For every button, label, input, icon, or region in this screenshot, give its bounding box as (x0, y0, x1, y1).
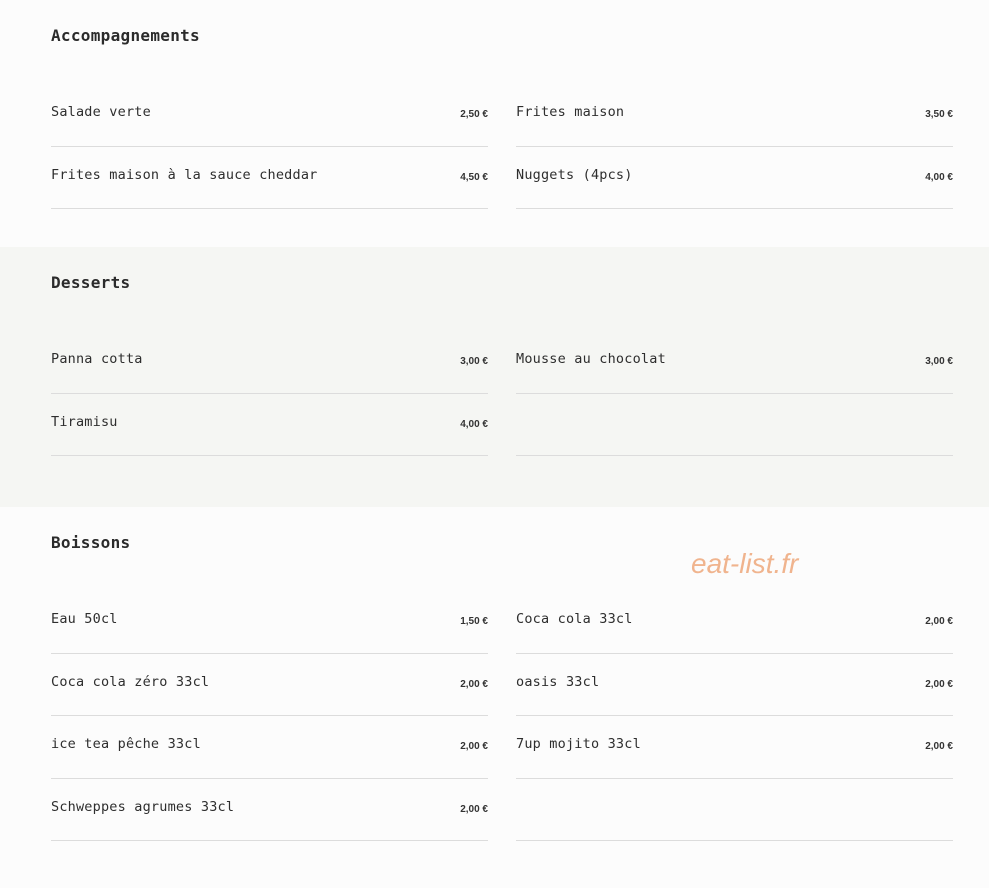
section-desserts: Desserts Panna cotta 3,00 € Mousse au ch… (0, 247, 989, 507)
menu-item-price: 2,00 € (925, 741, 953, 752)
menu-item: Coca cola zéro 33cl 2,00 € (51, 654, 488, 716)
menu-item-name: Coca cola 33cl (516, 611, 633, 627)
menu-item-price: 2,00 € (460, 803, 488, 815)
menu-item-empty (516, 394, 953, 456)
menu-item-name: Panna cotta (51, 351, 143, 367)
menu-item-price: 4,50 € (460, 171, 488, 183)
menu-item: oasis 33cl 2,00 € (516, 654, 953, 716)
section-accompagnements: Accompagnements Salade verte 2,50 € Frit… (0, 0, 989, 247)
menu-item-price: 2,00 € (460, 741, 488, 752)
watermark: eat-list.fr (691, 548, 799, 579)
menu-item: Frites maison 3,50 € (516, 84, 953, 147)
menu-item: Frites maison à la sauce cheddar 4,50 € (51, 147, 488, 209)
menu-item-price: 2,50 € (460, 109, 488, 120)
menu-item-name: Nuggets (4pcs) (516, 166, 633, 183)
menu-item: Schweppes agrumes 33cl 2,00 € (51, 779, 488, 841)
section-boissons: Boissons Eau 50cl 1,50 € Coca cola 33cl … (0, 507, 989, 888)
menu-item-price: 4,00 € (460, 418, 488, 430)
menu-item-price: 3,50 € (925, 109, 953, 120)
menu-item: 7up mojito 33cl 2,00 € (516, 716, 953, 779)
menu-item: Panna cotta 3,00 € (51, 331, 488, 394)
menu-item-price: 3,00 € (925, 356, 953, 367)
menu-item-name: Frites maison (516, 104, 625, 120)
menu-item-name: 7up mojito 33cl (516, 736, 641, 752)
menu-grid: Salade verte 2,50 € Frites maison 3,50 €… (51, 84, 953, 209)
section-title: Boissons (51, 533, 131, 552)
menu-item: Coca cola 33cl 2,00 € (516, 591, 953, 654)
menu-item: Mousse au chocolat 3,00 € (516, 331, 953, 394)
section-title: Desserts (51, 273, 131, 292)
menu-item-name: Salade verte (51, 104, 151, 120)
menu-item-name: oasis 33cl (516, 673, 600, 690)
section-title: Accompagnements (51, 26, 200, 45)
menu-item-price: 3,00 € (460, 356, 488, 367)
menu-item-price: 1,50 € (460, 616, 488, 627)
menu-grid: Eau 50cl 1,50 € Coca cola 33cl 2,00 € Co… (51, 591, 953, 841)
menu-item: Eau 50cl 1,50 € (51, 591, 488, 654)
menu-item-price: 2,00 € (925, 616, 953, 627)
menu-item-name: ice tea pêche 33cl (51, 736, 201, 752)
menu-grid: Panna cotta 3,00 € Mousse au chocolat 3,… (51, 331, 953, 456)
menu-item-price: 2,00 € (925, 678, 953, 690)
menu-item-price: 2,00 € (460, 678, 488, 690)
menu-item-name: Coca cola zéro 33cl (51, 673, 210, 690)
menu-item-empty (516, 779, 953, 841)
menu-item-name: Schweppes agrumes 33cl (51, 798, 235, 815)
menu-item-name: Eau 50cl (51, 611, 118, 627)
menu-item: Nuggets (4pcs) 4,00 € (516, 147, 953, 209)
menu-item-name: Frites maison à la sauce cheddar (51, 166, 318, 183)
menu-item-name: Tiramisu (51, 413, 118, 430)
menu-item: Salade verte 2,50 € (51, 84, 488, 147)
menu-item-price: 4,00 € (925, 171, 953, 183)
menu-item: Tiramisu 4,00 € (51, 394, 488, 456)
menu-item-name: Mousse au chocolat (516, 351, 666, 367)
menu-item: ice tea pêche 33cl 2,00 € (51, 716, 488, 779)
